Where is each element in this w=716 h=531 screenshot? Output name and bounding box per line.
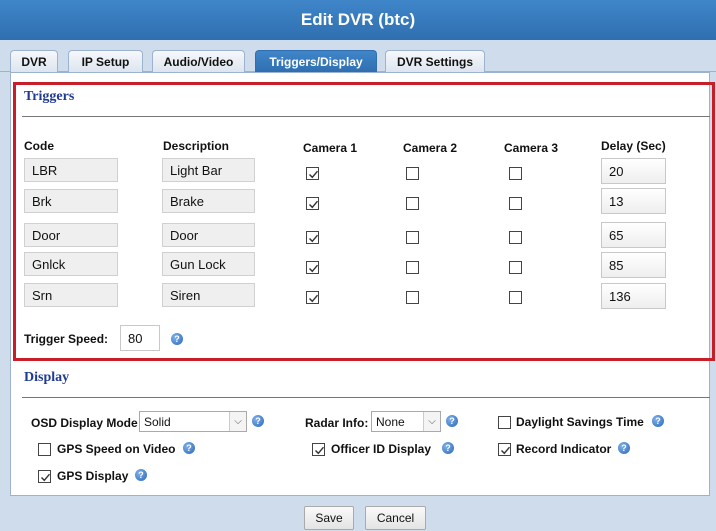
help-icon[interactable]: ? [442, 442, 454, 454]
radar-info-label: Radar Info: [305, 416, 369, 430]
header-camera-3: Camera 3 [504, 141, 559, 155]
help-icon[interactable]: ? [135, 469, 147, 481]
trigger-speed-input[interactable]: 80 [120, 325, 160, 351]
gps-display-checkbox[interactable] [38, 470, 51, 483]
trigger-code-field: Brk [24, 189, 118, 213]
gps-speed-on-video-label: GPS Speed on Video [57, 442, 176, 456]
gps-display-label: GPS Display [57, 469, 129, 483]
checkmark-icon [501, 446, 511, 455]
trigger-camera-2-checkbox[interactable] [406, 261, 419, 274]
checkmark-icon [309, 170, 319, 179]
gps-speed-on-video-checkbox[interactable] [38, 443, 51, 456]
checkmark-icon [309, 200, 319, 209]
trigger-camera-2-checkbox[interactable] [406, 197, 419, 210]
tab-dvr-settings[interactable]: DVR Settings [385, 50, 485, 72]
trigger-description-field: Brake [162, 189, 255, 213]
trigger-code-field: Srn [24, 283, 118, 307]
save-button[interactable]: Save [304, 506, 354, 530]
osd-display-mode-value: Solid [144, 414, 171, 429]
help-icon[interactable]: ? [652, 415, 664, 427]
trigger-camera-1-checkbox[interactable] [306, 291, 319, 304]
header-camera-1: Camera 1 [303, 141, 358, 155]
trigger-delay-input[interactable]: 136 [601, 283, 666, 309]
tab-audio-video[interactable]: Audio/Video [152, 50, 245, 72]
trigger-code-field: Gnlck [24, 252, 118, 276]
checkmark-icon [309, 294, 319, 303]
trigger-speed-label: Trigger Speed: [24, 332, 109, 346]
header-camera-2: Camera 2 [403, 141, 458, 155]
trigger-camera-1-checkbox[interactable] [306, 261, 319, 274]
help-icon[interactable]: ? [252, 415, 264, 427]
checkmark-icon [41, 473, 51, 482]
trigger-camera-2-checkbox[interactable] [406, 291, 419, 304]
header-description: Description [163, 139, 230, 153]
trigger-delay-input[interactable]: 13 [601, 188, 666, 214]
trigger-camera-3-checkbox[interactable] [509, 261, 522, 274]
tab-triggers-display[interactable]: Triggers/Display [255, 50, 377, 72]
checkmark-icon [315, 446, 325, 455]
trigger-camera-1-checkbox[interactable] [306, 197, 319, 210]
triggers-divider [22, 116, 710, 117]
window-title: Edit DVR (btc) [300, 10, 416, 29]
window-title-bar: Edit DVR (btc) [0, 0, 716, 40]
radar-info-value: None [376, 414, 405, 429]
tab-dvr[interactable]: DVR [10, 50, 58, 72]
tab-ip-setup[interactable]: IP Setup [68, 50, 143, 72]
display-section-title: Display [24, 370, 70, 385]
daylight-savings-label: Daylight Savings Time [516, 415, 644, 429]
tab-label: DVR Settings [396, 54, 473, 69]
trigger-code-field: LBR [24, 158, 118, 182]
trigger-description-field: Siren [162, 283, 255, 307]
trigger-camera-3-checkbox[interactable] [509, 291, 522, 304]
trigger-code-field: Door [24, 223, 118, 247]
trigger-camera-1-checkbox[interactable] [306, 167, 319, 180]
cancel-button-label: Cancel [376, 511, 415, 525]
checkmark-icon [309, 264, 319, 273]
officer-id-display-checkbox[interactable] [312, 443, 325, 456]
trigger-camera-3-checkbox[interactable] [509, 167, 522, 180]
trigger-camera-2-checkbox[interactable] [406, 167, 419, 180]
tab-label: Triggers/Display [269, 54, 363, 69]
officer-id-display-label: Officer ID Display [331, 442, 432, 456]
trigger-delay-input[interactable]: 85 [601, 252, 666, 278]
trigger-camera-3-checkbox[interactable] [509, 231, 522, 244]
save-button-label: Save [315, 511, 343, 525]
trigger-delay-input[interactable]: 20 [601, 158, 666, 184]
trigger-camera-3-checkbox[interactable] [509, 197, 522, 210]
display-divider [22, 397, 710, 398]
triggers-section-title: Triggers [24, 89, 75, 104]
chevron-down-icon: ⌵ [423, 412, 440, 431]
help-icon[interactable]: ? [446, 415, 458, 427]
record-indicator-label: Record Indicator [516, 442, 612, 456]
osd-display-mode-select[interactable]: Solid ⌵ [139, 411, 247, 432]
help-icon[interactable]: ? [618, 442, 630, 454]
checkmark-icon [309, 234, 319, 243]
trigger-camera-2-checkbox[interactable] [406, 231, 419, 244]
trigger-description-field: Light Bar [162, 158, 255, 182]
header-delay: Delay (Sec) [601, 139, 666, 153]
daylight-savings-checkbox[interactable] [498, 416, 511, 429]
chevron-down-icon: ⌵ [229, 412, 246, 431]
cancel-button[interactable]: Cancel [365, 506, 426, 530]
header-code: Code [24, 139, 54, 153]
tab-label: IP Setup [81, 54, 130, 69]
trigger-description-field: Gun Lock [162, 252, 255, 276]
trigger-description-field: Door [162, 223, 255, 247]
tab-strip: DVR IP Setup Audio/Video Triggers/Displa… [0, 40, 716, 72]
osd-display-mode-label: OSD Display Mode [31, 416, 138, 430]
trigger-delay-input[interactable]: 65 [601, 222, 666, 248]
help-icon[interactable]: ? [183, 442, 195, 454]
record-indicator-checkbox[interactable] [498, 443, 511, 456]
tab-label: DVR [21, 54, 47, 69]
radar-info-select[interactable]: None ⌵ [371, 411, 441, 432]
tab-label: Audio/Video [163, 54, 234, 69]
trigger-camera-1-checkbox[interactable] [306, 231, 319, 244]
help-icon[interactable]: ? [171, 333, 183, 345]
